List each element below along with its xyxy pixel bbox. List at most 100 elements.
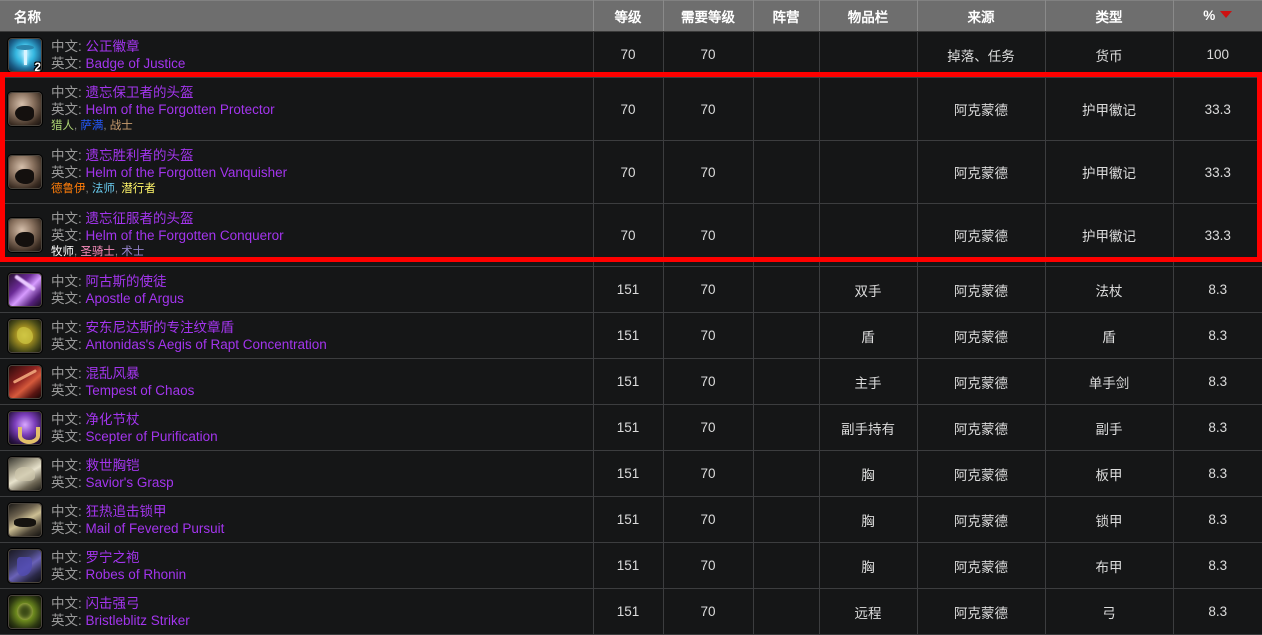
class-tag[interactable]: 圣骑士: [80, 246, 115, 258]
en-label: 英文:: [51, 474, 82, 490]
item-name-cn: 中文: 遗忘征服者的头盔: [51, 210, 284, 227]
type-cell: 货币: [1045, 31, 1174, 78]
sort-desc-arrow-icon[interactable]: [1220, 11, 1233, 18]
badge-of-justice-icon[interactable]: 2: [8, 37, 42, 72]
item-link-cn[interactable]: 闪击强弓: [86, 596, 140, 611]
item-link-en[interactable]: Bristleblitz Striker: [86, 613, 190, 628]
table-row[interactable]: 中文: 混乱风暴 英文: Tempest of Chaos 151 70 主手 阿克蒙德单…: [0, 358, 1262, 405]
class-tag[interactable]: 潜行者: [121, 183, 156, 195]
item-link-cn[interactable]: 阿古斯的使徒: [86, 274, 167, 289]
table-row[interactable]: 中文: 遗忘胜利者的头盔 英文: Helm of the Forgotten Va…: [0, 140, 1262, 204]
column-header-source[interactable]: 来源: [917, 0, 1046, 32]
table-row[interactable]: 中文: 狂热追击锁甲 英文: Mail of Fevered Pursuit 151…: [0, 496, 1262, 543]
item-link-cn[interactable]: 安东尼达斯的专注纹章盾: [86, 320, 235, 335]
table-row[interactable]: 中文: 救世胸铠 英文: Savior's Grasp 151 70 胸阿克蒙德 板甲 8.…: [0, 450, 1262, 497]
item-level-cell: 70: [593, 140, 664, 204]
cn-label: 中文:: [51, 411, 82, 427]
item-link-en[interactable]: Helm of the Forgotten Protector: [86, 102, 275, 117]
table-row[interactable]: 中文: 遗忘保卫者的头盔 英文: Helm of the Forgotten Pr…: [0, 77, 1262, 141]
item-level-cell: 151: [593, 312, 664, 359]
cn-label: 中文:: [51, 457, 82, 473]
en-label: 英文:: [51, 382, 82, 398]
en-label: 英文:: [51, 336, 82, 352]
slot-cell: [819, 140, 918, 204]
item-link-cn[interactable]: 混乱风暴: [86, 366, 140, 381]
item-link-en[interactable]: Scepter of Purification: [86, 429, 218, 444]
slot-cell: 胸: [819, 542, 918, 589]
item-link-en[interactable]: Tempest of Chaos: [86, 383, 195, 398]
item-level-cell: 151: [593, 404, 664, 451]
scepter-of-purification-icon[interactable]: [8, 410, 42, 445]
item-name-en: 英文: Badge of Justice: [51, 55, 185, 72]
tempest-of-chaos-icon[interactable]: [8, 364, 42, 399]
helm-forgotten-protector-icon[interactable]: [8, 92, 42, 126]
class-tag[interactable]: 猎人: [51, 120, 74, 132]
helm-forgotten-vanquisher-icon[interactable]: [8, 155, 42, 189]
column-header-type[interactable]: 类型: [1045, 0, 1174, 32]
class-tag[interactable]: 术士: [121, 246, 144, 258]
slot-cell: 副手持有: [819, 404, 918, 451]
column-header-name-label: 名称: [14, 9, 41, 25]
column-header-name[interactable]: 名称: [0, 0, 594, 32]
class-tag[interactable]: 战士: [110, 120, 133, 132]
item-link-cn[interactable]: 狂热追击锁甲: [86, 504, 167, 519]
item-name-en: 英文: Apostle of Argus: [51, 290, 184, 307]
item-name-cell: 中文: 遗忘保卫者的头盔 英文: Helm of the Forgotten Pr…: [0, 77, 594, 141]
drop-percent-cell: 100: [1173, 31, 1262, 78]
column-header-faction[interactable]: 阵营: [753, 0, 820, 32]
item-link-cn[interactable]: 净化节杖: [86, 412, 140, 427]
item-class-restrictions: 猎人, 萨满, 战士: [51, 119, 275, 134]
item-link-en[interactable]: Antonidas's Aegis of Rapt Concentration: [86, 337, 327, 352]
en-label: 英文:: [51, 520, 82, 536]
bristleblitz-striker-icon[interactable]: [8, 594, 42, 629]
class-tag[interactable]: 法师: [92, 183, 115, 195]
item-link-cn[interactable]: 遗忘保卫者的头盔: [86, 85, 194, 100]
type-cell: 盾: [1045, 312, 1174, 359]
source-cell: 阿克蒙德: [917, 358, 1046, 405]
item-class-restrictions: 牧师, 圣骑士, 术士: [51, 245, 284, 260]
saviors-grasp-icon[interactable]: [8, 456, 42, 491]
item-link-en[interactable]: Mail of Fevered Pursuit: [86, 521, 225, 536]
mail-of-fevered-pursuit-icon[interactable]: [8, 502, 42, 537]
item-link-en[interactable]: Helm of the Forgotten Conqueror: [86, 228, 284, 243]
item-name-cell: 中文: 罗宁之袍 英文: Robes of Rhonin: [0, 542, 594, 589]
source-cell: 阿克蒙德: [917, 450, 1046, 497]
item-link-en[interactable]: Apostle of Argus: [86, 291, 184, 306]
item-link-cn[interactable]: 救世胸铠: [86, 458, 140, 473]
faction-cell: [753, 358, 820, 405]
table-row[interactable]: 2 中文: 公正徽章 英文: Badge of Justice 70 70 掉落、任务 货币…: [0, 31, 1262, 78]
faction-cell: [753, 450, 820, 497]
required-level-cell: 70: [663, 450, 754, 497]
cn-label: 中文:: [51, 595, 82, 611]
robes-of-rhonin-icon[interactable]: [8, 548, 42, 583]
item-link-cn[interactable]: 遗忘胜利者的头盔: [86, 148, 194, 163]
item-link-en[interactable]: Badge of Justice: [86, 56, 186, 71]
column-header-required-level[interactable]: 需要等级: [663, 0, 754, 32]
table-row[interactable]: 中文: 闪击强弓 英文: Bristleblitz Striker 151 70 远程阿…: [0, 588, 1262, 635]
table-row[interactable]: 中文: 安东尼达斯的专注纹章盾 英文: Antonidas's Aegis of …: [0, 312, 1262, 359]
table-row[interactable]: 中文: 遗忘征服者的头盔 英文: Helm of the Forgotten Co…: [0, 203, 1262, 267]
item-link-cn[interactable]: 公正徽章: [86, 39, 140, 54]
column-header-percent[interactable]: %: [1173, 0, 1262, 32]
class-tag[interactable]: 牧师: [51, 246, 74, 258]
item-link-en[interactable]: Robes of Rhonin: [86, 567, 187, 582]
item-name-cell: 中文: 救世胸铠 英文: Savior's Grasp: [0, 450, 594, 497]
required-level-cell: 70: [663, 542, 754, 589]
helm-forgotten-conqueror-icon[interactable]: [8, 218, 42, 252]
column-header-slot[interactable]: 物品栏: [819, 0, 918, 32]
table-row[interactable]: 中文: 阿古斯的使徒 英文: Apostle of Argus 151 70 双手 阿克蒙…: [0, 266, 1262, 313]
item-level-cell: 151: [593, 358, 664, 405]
class-tag[interactable]: 德鲁伊: [51, 183, 86, 195]
item-link-cn[interactable]: 罗宁之袍: [86, 550, 140, 565]
table-row[interactable]: 中文: 净化节杖 英文: Scepter of Purification 151 70…: [0, 404, 1262, 451]
item-link-en[interactable]: Helm of the Forgotten Vanquisher: [86, 165, 288, 180]
antonidas-aegis-icon[interactable]: [8, 318, 42, 353]
column-header-level[interactable]: 等级: [593, 0, 664, 32]
class-tag[interactable]: 萨满: [80, 120, 103, 132]
table-row[interactable]: 中文: 罗宁之袍 英文: Robes of Rhonin 151 70 胸阿克蒙德 布甲 8…: [0, 542, 1262, 589]
cn-label: 中文:: [51, 549, 82, 565]
item-link-en[interactable]: Savior's Grasp: [86, 475, 174, 490]
type-cell: 护甲徽记: [1045, 77, 1174, 141]
apostle-of-argus-icon[interactable]: [8, 272, 42, 307]
item-link-cn[interactable]: 遗忘征服者的头盔: [86, 211, 194, 226]
